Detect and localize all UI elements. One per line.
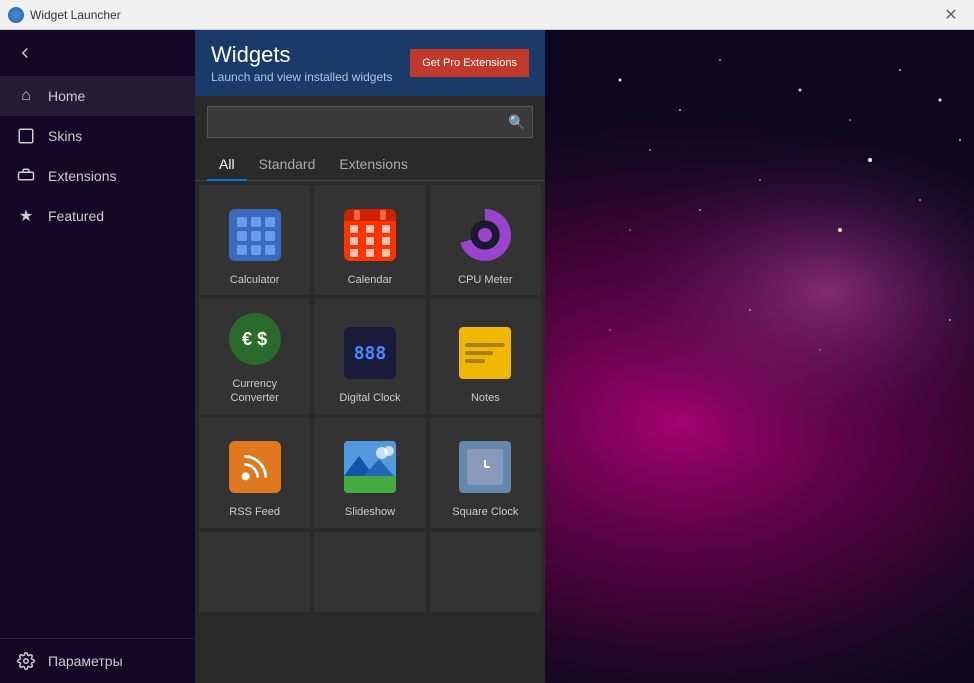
tab-standard[interactable]: Standard <box>247 148 328 180</box>
header-subtitle: Launch and view installed widgets <box>211 70 392 84</box>
calculator-icon <box>225 205 285 265</box>
sidebar-item-home-label: Home <box>48 88 85 104</box>
widget-notes-label: Notes <box>471 391 500 405</box>
widget-calculator[interactable]: Calculator <box>199 185 310 295</box>
widget-rss-feed[interactable]: RSS Feed <box>199 418 310 528</box>
rss-icon <box>225 437 285 497</box>
sidebar-item-featured-label: Featured <box>48 208 104 224</box>
widget-square-clock[interactable]: Square Clock <box>430 418 541 528</box>
slideshow-icon <box>340 437 400 497</box>
home-icon: ⌂ <box>16 86 36 106</box>
sidebar-item-skins[interactable]: Skins <box>0 116 195 156</box>
widget-cpu-meter[interactable]: CPU Meter <box>430 185 541 295</box>
cpu-meter-icon <box>455 205 515 265</box>
sidebar: ⌂ Home Skins Extensions ★ Featured <box>0 30 195 683</box>
currency-icon: € $ <box>225 309 285 369</box>
search-bar: 🔍 <box>195 96 545 148</box>
widget-slideshow-label: Slideshow <box>345 505 395 519</box>
widget-calendar[interactable]: Calendar <box>314 185 425 295</box>
widget-slideshow[interactable]: Slideshow <box>314 418 425 528</box>
widget-currency-converter[interactable]: € $ Currency Converter <box>199 299 310 414</box>
sidebar-item-home[interactable]: ⌂ Home <box>0 76 195 116</box>
search-input[interactable] <box>208 109 502 136</box>
header-title-block: Widgets Launch and view installed widget… <box>211 42 392 84</box>
content-panel: Widgets Launch and view installed widget… <box>195 30 545 683</box>
titlebar: Widget Launcher ✕ <box>0 0 974 30</box>
widget-notes[interactable]: Notes <box>430 299 541 414</box>
widget-digital-clock[interactable]: 888 Digital Clock <box>314 299 425 414</box>
content-header: Widgets Launch and view installed widget… <box>195 30 545 96</box>
get-pro-button[interactable]: Get Pro Extensions <box>410 49 529 77</box>
app-title: Widget Launcher <box>30 8 928 22</box>
widget-empty-2[interactable] <box>314 532 425 612</box>
tabs-bar: All Standard Extensions <box>195 148 545 181</box>
tab-extensions[interactable]: Extensions <box>327 148 419 180</box>
search-icon[interactable]: 🔍 <box>502 107 532 137</box>
widget-cpu-meter-label: CPU Meter <box>458 273 512 287</box>
widget-square-clock-label: Square Clock <box>452 505 518 519</box>
back-button[interactable] <box>0 30 195 76</box>
main-container: ⌂ Home Skins Extensions ★ Featured <box>0 30 974 683</box>
sidebar-item-featured[interactable]: ★ Featured <box>0 196 195 236</box>
widget-calendar-label: Calendar <box>348 273 393 287</box>
extensions-icon <box>16 166 36 186</box>
widget-rss-label: RSS Feed <box>229 505 280 519</box>
calendar-icon <box>340 205 400 265</box>
search-input-wrap: 🔍 <box>207 106 533 138</box>
widget-empty-3[interactable] <box>430 532 541 612</box>
square-clock-icon <box>455 437 515 497</box>
digital-clock-icon: 888 <box>340 323 400 383</box>
sidebar-item-skins-label: Skins <box>48 128 82 144</box>
app-icon <box>8 7 24 23</box>
sidebar-item-extensions-label: Extensions <box>48 168 116 184</box>
widget-empty-1[interactable] <box>199 532 310 612</box>
settings-button[interactable]: Параметры <box>0 638 195 683</box>
header-title: Widgets <box>211 42 392 68</box>
widget-calculator-label: Calculator <box>230 273 280 287</box>
settings-icon <box>16 651 36 671</box>
widget-digital-clock-label: Digital Clock <box>339 391 400 405</box>
sidebar-item-extensions[interactable]: Extensions <box>0 156 195 196</box>
skins-icon <box>16 126 36 146</box>
featured-icon: ★ <box>16 206 36 226</box>
widget-currency-label: Currency Converter <box>231 377 279 406</box>
close-button[interactable]: ✕ <box>928 0 974 30</box>
notes-icon <box>455 323 515 383</box>
widgets-grid: Calculator Calendar <box>195 181 545 683</box>
settings-label: Параметры <box>48 653 123 669</box>
tab-all[interactable]: All <box>207 148 247 180</box>
